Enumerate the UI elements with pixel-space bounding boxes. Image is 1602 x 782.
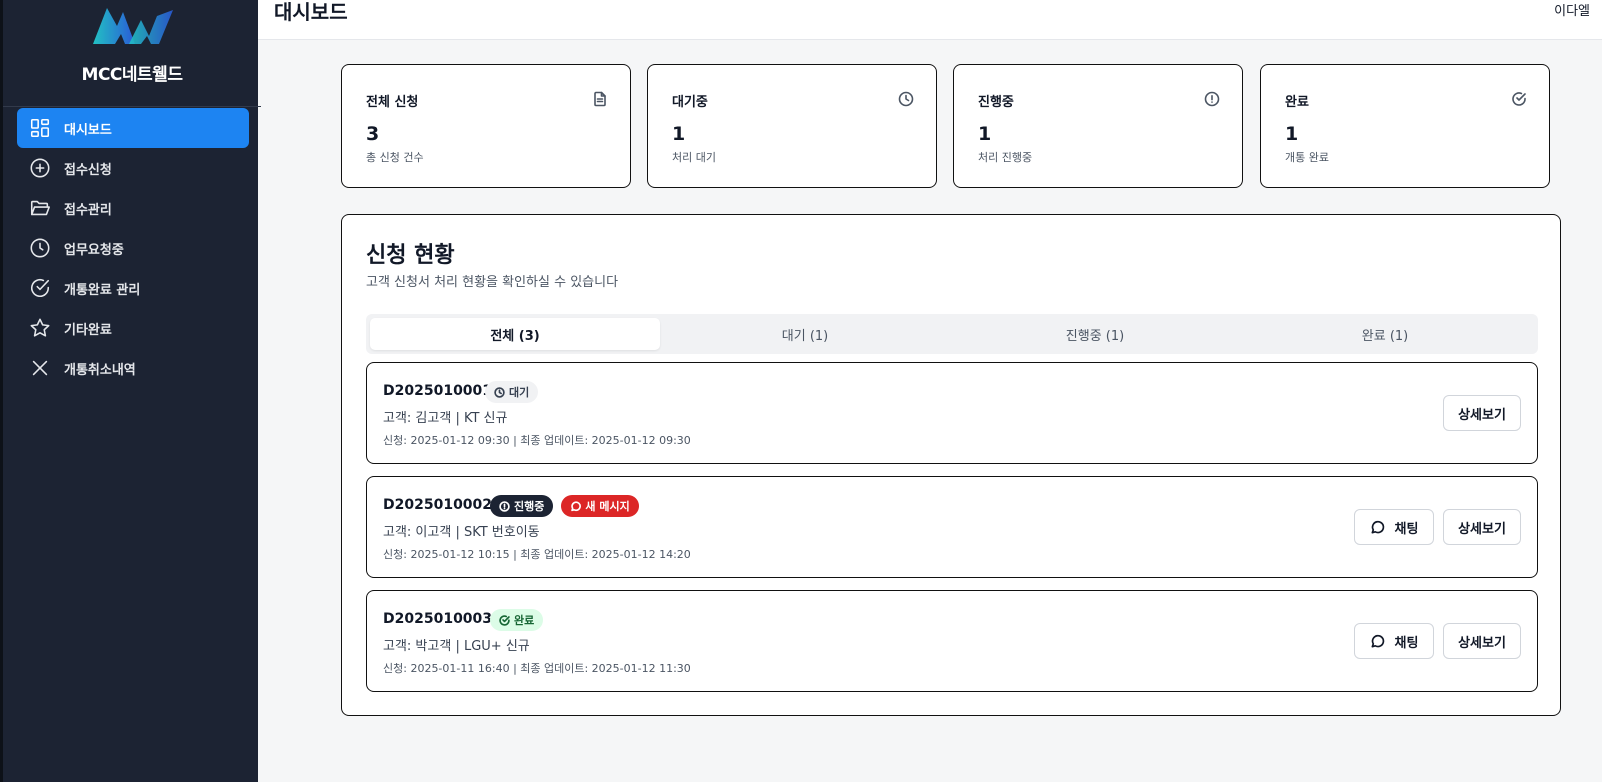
status-badge-label: 진행중 — [514, 500, 545, 513]
status-tabs: 전체 (3) 대기 (1) 진행중 (1) 완료 (1) — [366, 314, 1538, 354]
check-circle-icon — [1511, 91, 1527, 107]
stat-title: 전체 신청 — [366, 95, 419, 110]
sidebar-item-label: 개통취소내역 — [64, 362, 136, 378]
alert-circle-icon — [1204, 91, 1220, 107]
chat-button[interactable]: 채팅 — [1354, 509, 1434, 545]
stat-subtitle: 총 신청 건수 — [366, 151, 424, 164]
stat-subtitle: 처리 진행중 — [978, 151, 1033, 164]
chat-button-label: 채팅 — [1394, 521, 1419, 537]
stat-value: 1 — [978, 123, 992, 145]
new-message-badge: 새 메시지 — [561, 495, 639, 517]
sidebar-item-label: 개통완료 관리 — [64, 282, 141, 298]
message-icon — [1371, 634, 1384, 647]
application-id: D2025010003 — [383, 611, 493, 627]
chat-button-label: 채팅 — [1394, 635, 1419, 651]
sidebar-item-cancel-history[interactable]: 개통취소내역 — [17, 348, 249, 388]
detail-button[interactable]: 상세보기 — [1443, 395, 1521, 431]
application-card: D2025010003 완료 고객: 박고객 | LGU+ 신규 신청: 202… — [366, 590, 1538, 692]
sidebar-item-label: 업무요청중 — [64, 242, 124, 258]
grid-icon — [28, 116, 52, 140]
stat-subtitle: 처리 대기 — [672, 151, 716, 164]
sidebar-divider — [3, 106, 261, 107]
stat-card-in-progress: 진행중 1 처리 진행중 — [953, 64, 1243, 188]
status-badge: 진행중 — [490, 495, 554, 517]
top-bar: 대시보드 이다엘 — [258, 0, 1602, 40]
application-id: D2025010001 — [383, 383, 493, 399]
stat-value: 1 — [672, 123, 686, 145]
stat-title: 진행중 — [978, 95, 1014, 110]
sidebar-item-new-request[interactable]: 접수신청 — [17, 148, 249, 188]
message-icon — [571, 500, 582, 511]
sidebar-nav: 대시보드 접수신청 접수관리 업무요청중 개통완료 관리 기타완료 개통취소내역 — [17, 108, 249, 388]
application-id: D2025010002 — [383, 497, 493, 513]
application-dates: 신청: 2025-01-12 10:15 | 최종 업데이트: 2025-01-… — [383, 548, 691, 561]
star-icon — [28, 316, 52, 340]
x-icon — [28, 356, 52, 380]
status-badge-label: 대기 — [509, 386, 530, 399]
document-icon — [592, 91, 608, 107]
check-circle-icon — [28, 276, 52, 300]
detail-button[interactable]: 상세보기 — [1443, 509, 1521, 545]
sidebar-item-label: 기타완료 — [64, 322, 112, 338]
brand-name: MCC네트웰드 — [81, 65, 183, 85]
stat-title: 대기중 — [672, 95, 708, 110]
message-icon — [1371, 520, 1384, 533]
stat-subtitle: 개통 완료 — [1285, 151, 1329, 164]
status-badge-label: 완료 — [514, 614, 535, 627]
folder-icon — [28, 196, 52, 220]
clock-icon — [898, 91, 914, 107]
status-badges: 진행중 새 메시지 — [490, 495, 639, 517]
brand-logo — [93, 6, 175, 46]
check-circle-icon — [499, 614, 510, 626]
sidebar: MCC네트웰드 대시보드 접수신청 접수관리 업무요청중 개통완료 관리 기타완… — [0, 0, 261, 782]
application-dates: 신청: 2025-01-12 09:30 | 최종 업데이트: 2025-01-… — [383, 434, 691, 447]
sidebar-item-label: 접수신청 — [64, 162, 112, 178]
stat-card-complete: 완료 1 개통 완료 — [1260, 64, 1550, 188]
panel-title: 신청 현황 — [366, 243, 455, 268]
application-card: D2025010001 대기 고객: 김고객 | KT 신규 신청: 2025-… — [366, 362, 1538, 464]
status-badge: 완료 — [490, 609, 544, 631]
status-badges: 대기 — [485, 381, 539, 403]
clock-icon — [494, 386, 505, 398]
sidebar-item-other-complete[interactable]: 기타완료 — [17, 308, 249, 348]
panel-subtitle: 고객 신청서 처리 현황을 확인하실 수 있습니다 — [366, 275, 619, 290]
chat-button[interactable]: 채팅 — [1354, 623, 1434, 659]
stat-title: 완료 — [1285, 95, 1309, 110]
tab-complete[interactable]: 완료 (1) — [1240, 318, 1530, 350]
application-customer: 고객: 박고객 | LGU+ 신규 — [383, 639, 530, 654]
application-customer: 고객: 이고객 | SKT 번호이동 — [383, 525, 540, 540]
stat-value: 1 — [1285, 123, 1299, 145]
stat-value: 3 — [366, 123, 380, 145]
stat-card-waiting: 대기중 1 처리 대기 — [647, 64, 937, 188]
tab-waiting[interactable]: 대기 (1) — [660, 318, 950, 350]
application-status-panel: 신청 현황 고객 신청서 처리 현황을 확인하실 수 있습니다 전체 (3) 대… — [341, 214, 1561, 716]
status-badges: 완료 — [490, 609, 544, 631]
sidebar-item-label: 접수관리 — [64, 202, 112, 218]
application-customer: 고객: 김고객 | KT 신규 — [383, 411, 508, 426]
sidebar-item-dashboard[interactable]: 대시보드 — [17, 108, 249, 148]
detail-button[interactable]: 상세보기 — [1443, 623, 1521, 659]
plus-circle-icon — [28, 156, 52, 180]
tab-in-progress[interactable]: 진행중 (1) — [950, 318, 1240, 350]
new-message-label: 새 메시지 — [585, 500, 630, 513]
application-card: D2025010002 진행중 새 메시지 고객: 이고객 | SKT 번호이동… — [366, 476, 1538, 578]
sidebar-item-activation-complete[interactable]: 개통완료 관리 — [17, 268, 249, 308]
clock-icon — [28, 236, 52, 260]
user-name[interactable]: 이다엘 — [1554, 0, 1590, 19]
page-title: 대시보드 — [274, 0, 348, 24]
sidebar-item-label: 대시보드 — [64, 122, 112, 138]
sidebar-item-work-requests[interactable]: 업무요청중 — [17, 228, 249, 268]
status-badge: 대기 — [485, 381, 539, 403]
stat-card-total: 전체 신청 3 총 신청 건수 — [341, 64, 631, 188]
tab-all[interactable]: 전체 (3) — [370, 318, 660, 350]
alert-circle-icon — [499, 500, 510, 512]
sidebar-item-request-management[interactable]: 접수관리 — [17, 188, 249, 228]
application-dates: 신청: 2025-01-11 16:40 | 최종 업데이트: 2025-01-… — [383, 662, 691, 675]
